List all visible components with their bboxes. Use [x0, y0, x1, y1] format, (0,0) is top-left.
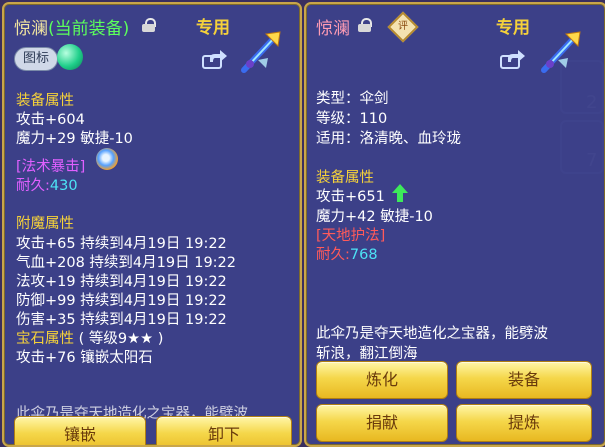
- equip-button[interactable]: 装备: [456, 361, 592, 399]
- equip-attr-header: 装备属性: [16, 93, 74, 109]
- attr-line: 魔力+42 敏捷-10: [316, 209, 433, 225]
- share-icon[interactable]: [202, 48, 228, 70]
- lock-icon[interactable]: [358, 18, 372, 32]
- item-detail-panel: 惊澜 评 专用 类型：伞剑 等级：110 适用：洛清晚、血玲珑 装备属性 攻击+…: [304, 2, 605, 447]
- exclusive-label: 专用: [196, 18, 230, 38]
- umbrella-sword-icon: [541, 31, 581, 73]
- donate-button[interactable]: 捐献: [316, 404, 448, 442]
- enchant-line: 法攻+19 持续到4月19日 19:22: [16, 274, 227, 290]
- arrow-up-icon: [392, 184, 408, 202]
- inlay-button[interactable]: 镶嵌: [14, 416, 146, 445]
- item-level: 等级：110: [316, 111, 388, 127]
- umbrella-sword-icon: [241, 31, 281, 73]
- item-title: 惊澜: [316, 19, 350, 39]
- item-applicable: 适用：洛清晚、血玲珑: [316, 131, 461, 147]
- item-title: 惊澜(当前装备): [14, 19, 130, 39]
- spell-crit-icon: [96, 148, 118, 170]
- enchant-line: 气血+208 持续到4月19日 19:22: [16, 255, 237, 271]
- durability: 耐久:768: [316, 247, 378, 263]
- special-skill: [天地护法]: [316, 228, 386, 244]
- equip-attr-header: 装备属性: [316, 170, 374, 186]
- enchant-line: 攻击+65 持续到4月19日 19:22: [16, 236, 227, 252]
- extract-button[interactable]: 提炼: [456, 404, 592, 442]
- enchant-line: 防御+99 持续到4月19日 19:22: [16, 293, 227, 309]
- refine-button[interactable]: 炼化: [316, 361, 448, 399]
- description-line: 此伞乃是夺天地造化之宝器，能劈波: [316, 326, 548, 342]
- lock-icon[interactable]: [142, 18, 156, 32]
- share-icon[interactable]: [500, 48, 526, 70]
- attr-line: 攻击+651: [316, 189, 385, 205]
- attr-line: 魔力+29 敏捷-10: [16, 131, 133, 147]
- unequip-button[interactable]: 卸下: [156, 416, 292, 445]
- current-equipment-panel: 惊澜(当前装备) 专用 图标 装备属性 攻击+604 魔力+29 敏捷-10 […: [2, 2, 302, 447]
- gem-attr: 攻击+76 镶嵌太阳石: [16, 350, 153, 366]
- icon-tag-button[interactable]: 图标: [14, 47, 59, 71]
- enchant-header: 附魔属性: [16, 216, 74, 232]
- item-type: 类型：伞剑: [316, 91, 389, 107]
- exclusive-label: 专用: [496, 18, 530, 38]
- attr-line: 攻击+604: [16, 112, 85, 128]
- rating-badge[interactable]: 评: [387, 11, 419, 43]
- description-line: 斩浪，翻江倒海: [316, 346, 418, 362]
- gem-header-line: 宝石属性 ( 等级9★★ ): [16, 331, 164, 347]
- current-equipped-label: (当前装备): [48, 19, 130, 39]
- jade-orb-icon[interactable]: [57, 44, 83, 70]
- durability: 耐久:430: [16, 178, 78, 194]
- enchant-line: 伤害+35 持续到4月19日 19:22: [16, 312, 227, 328]
- special-skill: [法术暴击]: [16, 159, 86, 175]
